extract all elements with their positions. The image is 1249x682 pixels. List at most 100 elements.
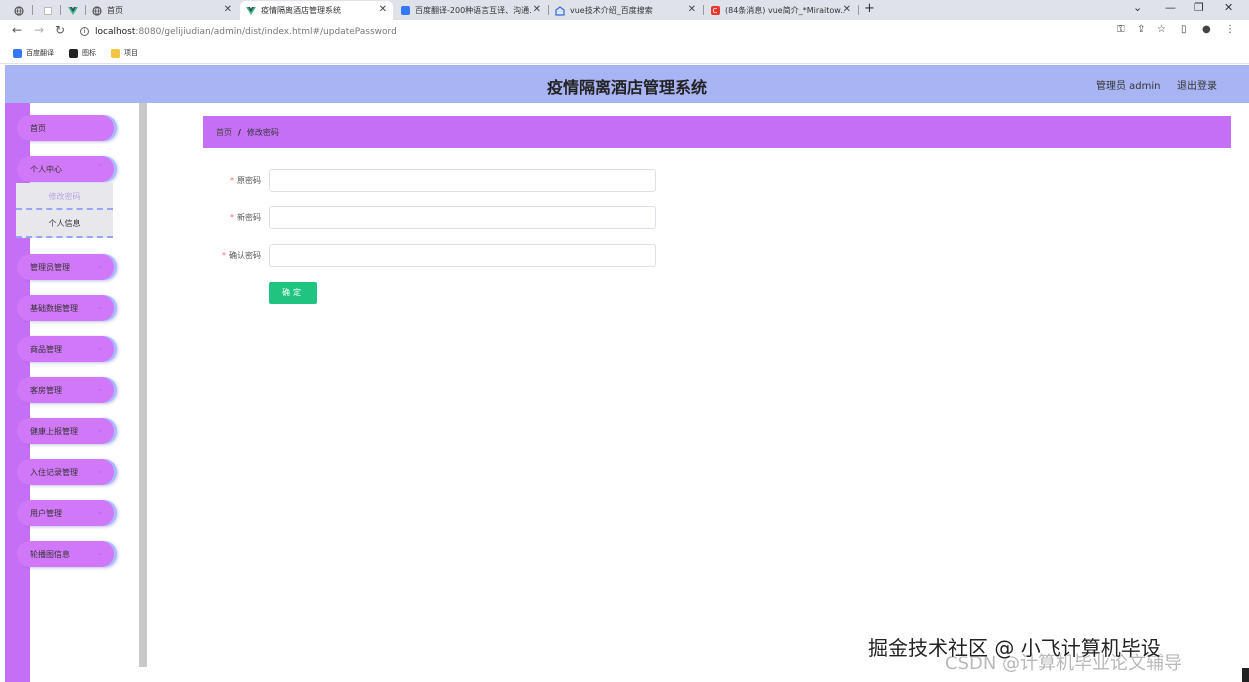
tab-label: (84条消息) vue简介_*Miraitow... xyxy=(725,6,845,15)
submenu-personal-center: 修改密码 个人信息 xyxy=(16,183,113,238)
chevron-down-icon: ⌄ xyxy=(96,384,103,393)
bookmark-label: 百度翻译 xyxy=(26,49,54,57)
chevron-down-icon: ⌄ xyxy=(96,507,103,516)
breadcrumb-current: 修改密码 xyxy=(246,127,279,137)
form-row-old-password: * 原密码 xyxy=(200,169,660,193)
star-bookmark-icon[interactable]: ☆ xyxy=(1157,24,1166,35)
sidebar-item-basic-data[interactable]: 基础数据管理 ⌄ xyxy=(17,295,114,321)
url-host: localhost xyxy=(95,26,136,37)
site-info-icon[interactable]: i xyxy=(80,27,89,36)
new-password-label: * 新密码 xyxy=(200,212,261,223)
browser-tab[interactable] xyxy=(8,1,30,20)
sidebar-item-label: 首页 xyxy=(30,124,46,133)
browser-tab[interactable]: vue技术介绍_百度搜索 ✕ xyxy=(549,1,702,20)
bookmark-icons[interactable]: 图标 xyxy=(69,48,96,58)
chevron-down-icon: ⌄ xyxy=(96,302,103,311)
vue-logo-icon xyxy=(68,6,78,16)
blank-page-icon xyxy=(43,6,53,16)
breadcrumb-home[interactable]: 首页 xyxy=(216,127,232,138)
chevron-down-icon: ⌄ xyxy=(96,466,103,475)
close-icon[interactable]: ✕ xyxy=(843,4,851,15)
chevron-up-icon: ⌃ xyxy=(96,163,103,172)
sidebar-item-label: 管理员管理 xyxy=(30,263,70,272)
sidebar-item-goods[interactable]: 商品管理 ⌄ xyxy=(17,336,114,362)
required-mark: * xyxy=(230,176,234,185)
old-password-input[interactable] xyxy=(269,169,656,192)
reload-icon[interactable]: ↻ xyxy=(55,23,65,37)
forward-arrow-icon[interactable]: → xyxy=(34,23,44,37)
tab-search-chevron-icon[interactable]: ⌄ xyxy=(1133,1,1142,14)
sidebar-scrollbar[interactable] xyxy=(139,103,147,667)
bookmark-folder-project[interactable]: 项目 xyxy=(111,48,138,58)
app-title: 疫情隔离酒店管理系统 xyxy=(546,78,707,97)
chevron-down-icon: ⌄ xyxy=(96,261,103,270)
browser-tab-active[interactable]: 疫情隔离酒店管理系统 ✕ xyxy=(240,1,393,20)
sidebar-item-label: 健康上报管理 xyxy=(30,427,78,436)
browser-tab-home[interactable]: 首页 ✕ xyxy=(86,1,238,20)
submenu-item-personal-info[interactable]: 个人信息 xyxy=(16,212,113,238)
sidebar-item-personal-center[interactable]: 个人中心 ⌃ xyxy=(17,156,114,182)
vue-logo-icon xyxy=(246,6,256,16)
key-icon[interactable]: ⚿ xyxy=(1117,24,1125,35)
globe-icon xyxy=(14,5,24,16)
sidebar-item-users[interactable]: 用户管理 ⌄ xyxy=(17,500,114,526)
sidebar-item-carousel[interactable]: 轮播图信息 ⌄ xyxy=(17,541,114,567)
baidu-search-icon xyxy=(555,5,565,16)
bookmark-label: 图标 xyxy=(82,49,96,57)
restore-icon[interactable]: ❐ xyxy=(1194,1,1204,14)
tab-label: vue技术介绍_百度搜索 xyxy=(570,6,653,15)
sidebar-item-label: 入住记录管理 xyxy=(30,468,78,477)
window-close-icon[interactable]: ✕ xyxy=(1224,1,1233,14)
tab-label: 疫情隔离酒店管理系统 xyxy=(261,6,341,15)
sidepanel-icon[interactable]: ▯ xyxy=(1181,24,1187,35)
confirm-password-label-text: 确认密码 xyxy=(229,251,261,260)
breadcrumb: 首页 / 修改密码 xyxy=(203,116,1231,148)
sidebar-item-admin-manage[interactable]: 管理员管理 ⌄ xyxy=(17,254,114,280)
kebab-menu-icon[interactable]: ⋮ xyxy=(1225,24,1235,35)
sidebar-item-checkin-records[interactable]: 入住记录管理 ⌄ xyxy=(17,459,114,485)
sidebar-item-rooms[interactable]: 客房管理 ⌄ xyxy=(17,377,114,403)
browser-tab[interactable]: 百度翻译-200种语言互译、沟通... ✕ xyxy=(394,1,547,20)
browser-tab[interactable] xyxy=(37,1,59,20)
old-password-label-text: 原密码 xyxy=(237,176,261,185)
watermark-juejin: 掘金技术社区 @ 小飞计算机毕设 xyxy=(868,636,1161,660)
url-field[interactable]: i localhost:8080/gelijiudian/admin/dist/… xyxy=(80,24,1110,39)
csdn-icon: C xyxy=(710,6,720,16)
sidebar-item-label: 用户管理 xyxy=(30,509,62,518)
profile-avatar-icon[interactable]: ● xyxy=(1202,24,1211,35)
chevron-down-icon: ⌄ xyxy=(96,548,103,557)
new-password-input[interactable] xyxy=(269,206,656,229)
address-bar-row: ← → ↻ i localhost:8080/gelijiudian/admin… xyxy=(0,20,1249,42)
close-icon[interactable]: ✕ xyxy=(224,4,232,15)
sidebar-item-label: 客房管理 xyxy=(30,386,62,395)
baidu-translate-icon xyxy=(400,6,410,16)
back-arrow-icon[interactable]: ← xyxy=(12,23,22,37)
bookmark-label: 项目 xyxy=(124,49,138,57)
logout-link[interactable]: 退出登录 xyxy=(1177,77,1217,92)
bookmark-baidu-translate[interactable]: 百度翻译 xyxy=(13,48,54,58)
current-user: 管理员 admin xyxy=(1096,81,1161,92)
form-row-new-password: * 新密码 xyxy=(200,206,660,230)
breadcrumb-separator: / xyxy=(238,127,241,137)
confirm-button[interactable]: 确定 xyxy=(269,282,317,304)
chevron-down-icon: ⌄ xyxy=(96,425,103,434)
close-icon[interactable]: ✕ xyxy=(688,4,696,15)
bookmarks-bar: 百度翻译 图标 项目 xyxy=(0,42,1249,64)
sidebar-item-label: 商品管理 xyxy=(30,345,62,354)
close-icon[interactable]: ✕ xyxy=(379,4,387,15)
sidebar-item-label: 轮播图信息 xyxy=(30,550,70,559)
new-password-label-text: 新密码 xyxy=(237,213,261,222)
share-icon[interactable]: ⇪ xyxy=(1137,24,1145,35)
globe-icon xyxy=(92,5,102,16)
required-mark: * xyxy=(222,251,226,260)
sidebar-item-health-report[interactable]: 健康上报管理 ⌄ xyxy=(17,418,114,444)
baidu-translate-icon xyxy=(13,48,22,58)
new-tab-plus-icon[interactable]: + xyxy=(864,1,875,16)
browser-tab[interactable]: C (84条消息) vue简介_*Miraitow... ✕ xyxy=(704,1,857,20)
confirm-password-input[interactable] xyxy=(269,244,656,267)
browser-tab[interactable] xyxy=(62,1,84,20)
submenu-item-update-password[interactable]: 修改密码 xyxy=(16,183,113,210)
minimize-icon[interactable]: — xyxy=(1165,1,1176,14)
sidebar-item-home[interactable]: 首页 xyxy=(17,115,114,141)
close-icon[interactable]: ✕ xyxy=(533,4,541,15)
